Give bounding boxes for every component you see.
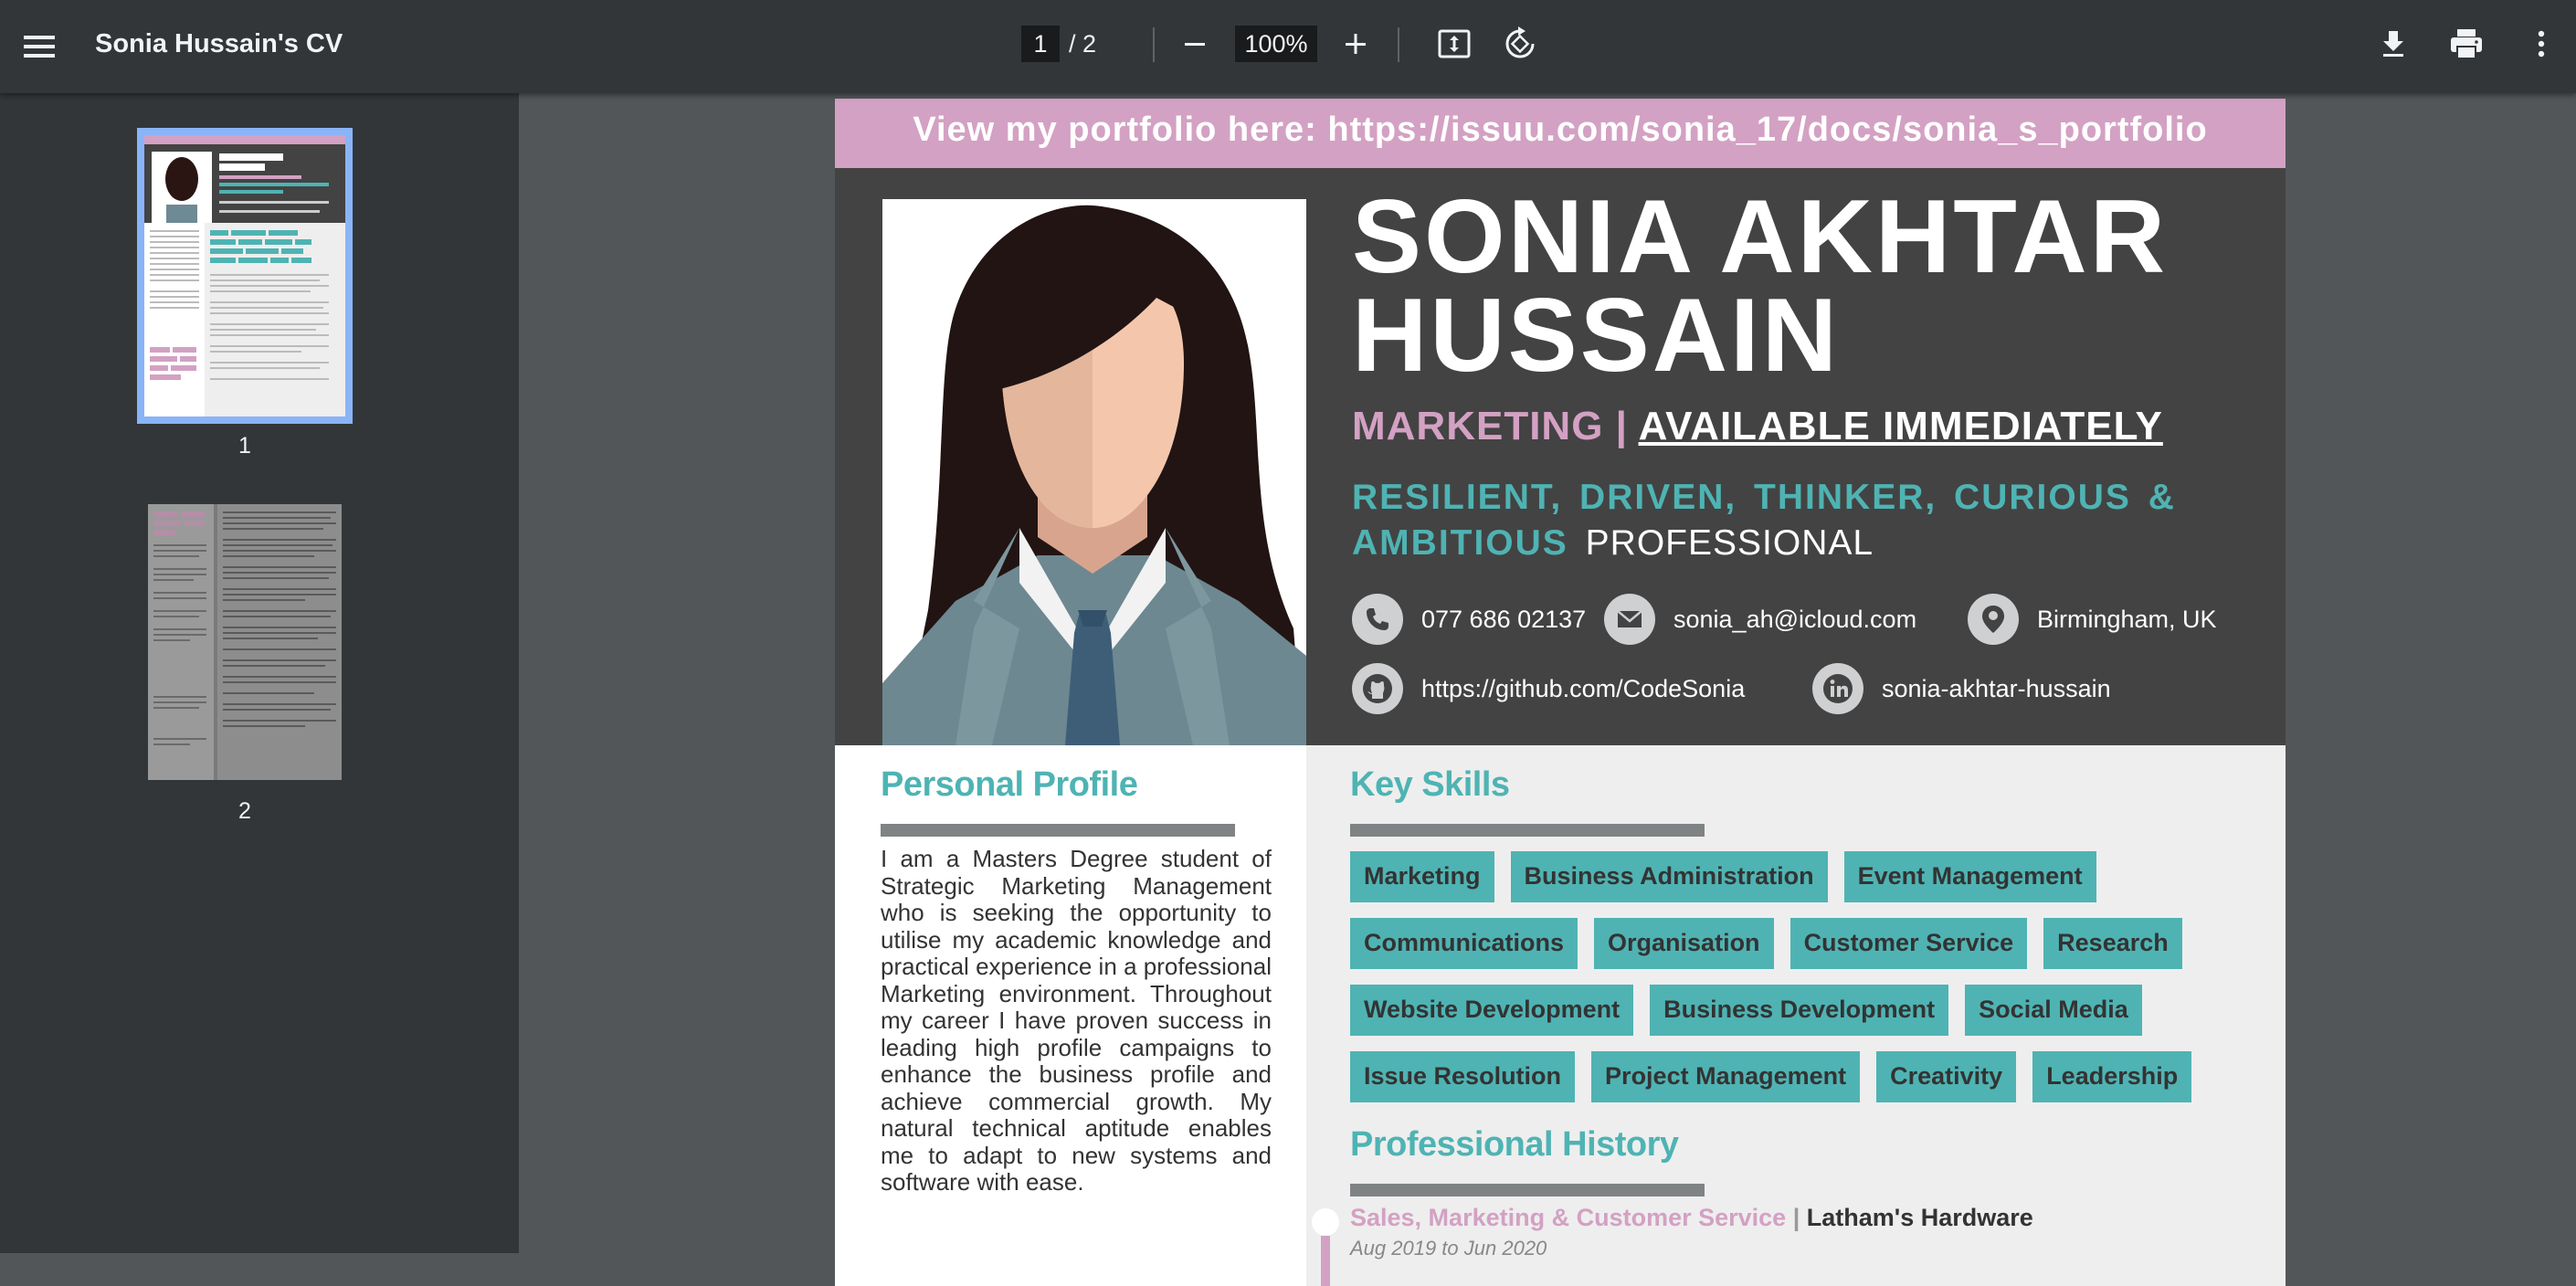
skill-tag: Project Management [1591,1051,1861,1102]
role-line: MARKETING | AVAILABLE IMMEDIATELY [1352,404,2163,449]
traits-line: RESILIENT, DRIVEN, THINKER, CURIOUS & AM… [1352,475,2201,566]
traits-suffix: PROFESSIONAL [1585,523,1874,563]
page-thumbnail-preview [144,135,345,416]
history-dates: Aug 2019 to Jun 2020 [1350,1237,1547,1260]
phone-icon [1352,594,1403,645]
menu-button[interactable] [15,22,64,71]
toolbar-divider [1398,27,1399,62]
document-title: Sonia Hussain's CV [95,29,343,58]
role-title: MARKETING [1352,404,1604,448]
history-company: Latham's Hardware [1806,1204,2033,1231]
section-divider [1350,824,1705,837]
key-skills-heading: Key Skills [1350,765,1510,804]
timeline-line [1321,1236,1330,1286]
professional-history-heading: Professional History [1350,1125,1679,1164]
linkedin-icon [1812,663,1863,714]
page-thumbnail-preview [148,504,336,780]
timeline-dot [1312,1208,1339,1236]
page-thumbnail-label: 1 [238,433,251,459]
zoom-out-button[interactable] [1167,16,1222,71]
fit-page-icon [1438,29,1471,58]
contact-github: https://github.com/CodeSonia [1352,663,1745,714]
history-role: Sales, Marketing & Customer Service [1350,1204,1787,1231]
email-icon [1604,594,1655,645]
print-button[interactable] [2439,16,2494,71]
name-line-1: SONIA AKHTAR [1352,179,2169,295]
email-address[interactable]: sonia_ah@icloud.com [1673,606,1916,634]
skills-list: Marketing Business Administration Event … [1350,851,2245,1118]
page-thumbnail-2[interactable] [148,504,342,780]
skill-tag: Business Development [1650,985,1949,1036]
toolbar-divider [1153,27,1155,62]
skill-tag: Social Media [1965,985,2142,1036]
more-vert-icon [2538,30,2545,58]
contact-linkedin: sonia-akhtar-hussain [1812,663,2111,714]
history-separator: | [1786,1204,1807,1231]
minus-icon [1185,43,1205,46]
contact-email: sonia_ah@icloud.com [1604,594,1916,645]
skill-tag: Leadership [2032,1051,2192,1102]
pdf-toolbar: Sonia Hussain's CV 1 / 2 100% [0,0,2576,93]
skill-tag: Research [2043,918,2182,969]
fit-to-page-button[interactable] [1427,16,1482,71]
candidate-name: SONIA AKHTAR HUSSAIN [1352,179,2169,394]
zoom-level-input[interactable]: 100% [1235,26,1317,62]
menu-icon [24,36,55,58]
skill-tag: Communications [1350,918,1578,969]
contact-phone: 077 686 02137 [1352,594,1586,645]
skill-tag: Organisation [1594,918,1774,969]
skill-tag: Issue Resolution [1350,1051,1576,1102]
page-total: / 2 [1069,30,1097,58]
avatar-illustration [882,199,1306,745]
availability: AVAILABLE IMMEDIATELY [1638,404,2163,448]
more-actions-button[interactable] [2514,16,2569,71]
location-text: Birmingham, UK [2037,605,2217,633]
linkedin-handle[interactable]: sonia-akhtar-hussain [1882,675,2111,703]
history-entry: Sales, Marketing & Customer Service | La… [1350,1204,2033,1232]
role-separator: | [1603,404,1639,448]
contact-location: Birmingham, UK [1968,594,2217,645]
name-line-2: HUSSAIN [1352,278,1841,394]
page-thumbnail-label: 2 [238,798,251,824]
skill-tag: Business Administration [1510,851,1828,902]
phone-number: 077 686 02137 [1421,605,1587,633]
skill-tag: Marketing [1350,851,1494,902]
avatar [882,199,1306,745]
portfolio-banner[interactable]: View my portfolio here: https://issuu.co… [835,99,2286,168]
rotate-icon [1505,26,1535,58]
github-icon [1352,663,1403,714]
personal-profile-text: I am a Masters Degree student of Strateg… [881,845,1272,1196]
page-thumbnail-1[interactable] [137,128,353,424]
skill-tag: Creativity [1876,1051,2017,1102]
plus-icon [1346,34,1366,54]
download-button[interactable] [2366,16,2421,71]
section-divider [881,824,1235,837]
download-icon [2383,31,2403,57]
skill-tag: Event Management [1843,851,2096,902]
github-link[interactable]: https://github.com/CodeSonia [1421,675,1745,703]
section-divider [1350,1184,1705,1196]
pdf-page-1: View my portfolio here: https://issuu.co… [835,99,2286,1286]
page-number-input[interactable]: 1 [1021,26,1060,62]
location-icon [1968,594,2019,645]
skill-tag: Website Development [1350,985,1634,1036]
zoom-in-button[interactable] [1328,16,1383,71]
print-icon [2451,29,2482,59]
personal-profile-heading: Personal Profile [881,765,1138,804]
skill-tag: Customer Service [1789,918,2028,969]
rotate-button[interactable] [1493,16,1547,71]
